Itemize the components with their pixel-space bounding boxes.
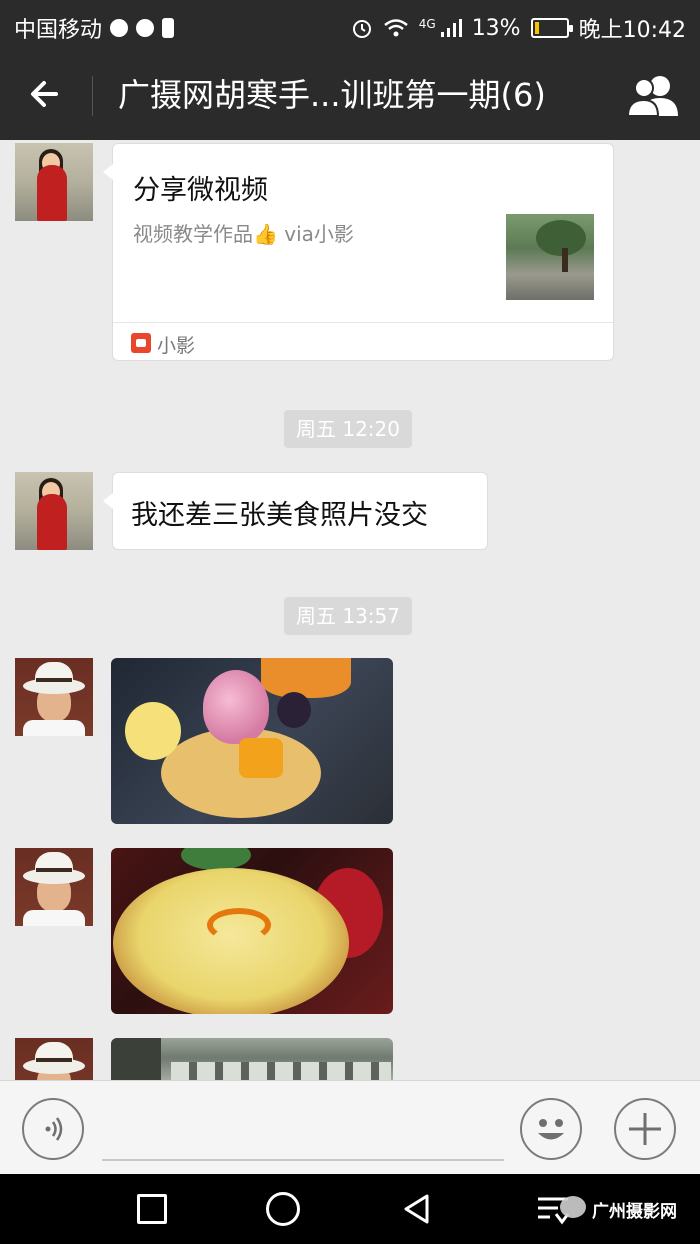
group-members-icon[interactable]: [626, 72, 680, 118]
timestamp: 周五 13:57: [284, 597, 412, 635]
alarm-icon: [352, 20, 371, 38]
back-arrow-icon[interactable]: [26, 74, 66, 114]
recent-apps-icon[interactable]: [137, 1194, 167, 1224]
video-thumbnail: [506, 214, 594, 300]
chat-messages[interactable]: 分享微视频 视频教学作品👍 via小影 小影 周五 12:20 我还差三张美食照…: [0, 140, 700, 1080]
system-nav-bar: 广州摄影网: [0, 1174, 700, 1244]
watermark-text: 广州摄影网: [592, 1202, 677, 1222]
text-message[interactable]: 我还差三张美食照片没交: [103, 472, 488, 550]
avatar[interactable]: [15, 848, 93, 926]
image-message-fruit-tart[interactable]: [111, 658, 393, 824]
battery-percent: 13%: [471, 15, 521, 41]
plus-icon: [629, 1113, 661, 1145]
image-message-egg-tart[interactable]: [111, 848, 393, 1014]
notification-icon: [162, 18, 175, 38]
avatar[interactable]: [15, 658, 93, 736]
emoji-icon: [538, 1119, 564, 1140]
more-button[interactable]: [614, 1098, 676, 1160]
header-divider: [92, 76, 93, 116]
chat-title[interactable]: 广摄网胡寒手...训班第一期(6): [118, 72, 546, 118]
carrier-label: 中国移动: [14, 18, 103, 43]
network-type: 4G: [418, 17, 436, 31]
nav-back-icon[interactable]: [400, 1192, 434, 1226]
avatar[interactable]: [15, 472, 93, 550]
notification-icon: [136, 19, 155, 37]
voice-input-icon: [45, 1117, 63, 1141]
avatar[interactable]: [15, 1038, 93, 1080]
voice-input-button[interactable]: [22, 1098, 84, 1160]
timestamp: 周五 12:20: [284, 410, 412, 448]
status-bar: 中国移动 4G 13% 晚上10:42: [0, 0, 700, 50]
video-app-icon: [131, 333, 151, 353]
battery-icon: [530, 18, 573, 38]
share-card[interactable]: 分享微视频 视频教学作品👍 via小影 小影: [103, 143, 614, 361]
chat-header: 广摄网胡寒手...训班第一期(6): [0, 50, 700, 140]
card-title: 分享微视频: [133, 175, 268, 206]
notification-icon: [110, 19, 129, 37]
image-message-street[interactable]: [111, 1038, 393, 1080]
message-input[interactable]: [102, 1159, 504, 1161]
home-icon[interactable]: [266, 1192, 300, 1226]
wechat-logo-icon: [560, 1196, 586, 1218]
card-divider: [113, 322, 613, 323]
card-source: 小影: [157, 335, 196, 357]
clock: 晚上10:42: [578, 18, 686, 43]
message-text: 我还差三张美食照片没交: [131, 500, 428, 531]
battery-level: [534, 22, 539, 34]
avatar[interactable]: [15, 143, 93, 221]
input-bar: [0, 1080, 700, 1174]
signal-icon: [440, 19, 462, 37]
card-description: 视频教学作品👍 via小影: [133, 222, 354, 246]
emoji-button[interactable]: [520, 1098, 582, 1160]
wifi-icon: [383, 19, 408, 37]
